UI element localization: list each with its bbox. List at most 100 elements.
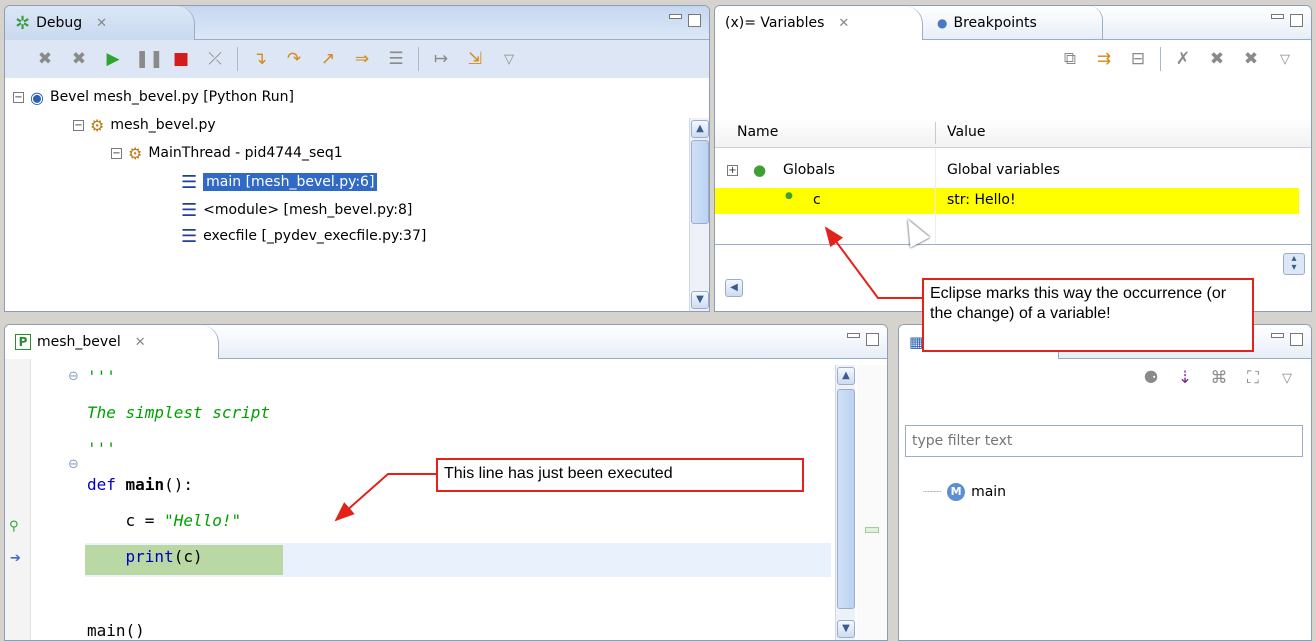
step-into-icon[interactable]: ↴ [248,49,272,69]
editor-ruler: ⚲ ➔ [5,359,31,640]
column-value[interactable]: Value [947,124,985,140]
use-step-filters-icon[interactable]: ☰ [384,49,408,69]
thread-icon: ⚙ [128,143,143,163]
stack-frame[interactable]: ☰ <module> [mesh_bevel.py:8] [181,197,412,223]
view-controls [669,14,701,27]
step-over-icon[interactable]: ↷ [282,49,306,69]
step-return-icon[interactable]: ↗ [316,49,340,69]
python-file-icon: P [15,334,31,350]
scroll-up-icon[interactable]: ▲ [691,120,709,138]
remove-icon[interactable]: ✖ [1205,49,1229,69]
minimize-icon[interactable] [1271,14,1284,19]
step-into-selection-icon[interactable]: ↦ [429,49,453,69]
view-menu-icon[interactable]: ▽ [497,52,521,67]
resume-icon[interactable]: ▶ [101,49,125,69]
scroll-thumb[interactable] [691,140,709,224]
variables-toolbar: ⧉ ⇉ ⊟ ✗ ✖ ✖ ▽ [715,40,1311,78]
stack-frame[interactable]: ☰ main [mesh_bevel.py:6] [181,169,378,195]
scroll-thumb[interactable] [837,389,855,609]
smart-step-icon[interactable]: ⇲ [463,49,487,69]
row-divider [935,148,936,248]
splitter-handle[interactable]: ▴ ▾ [1283,253,1305,275]
stack-frame-label: execfile [_pydev_execfile.py:37] [203,228,427,244]
tree-process[interactable]: − ⚙ mesh_bevel.py [73,112,216,138]
maximize-icon[interactable] [1290,333,1303,346]
column-name[interactable]: Name [737,124,778,140]
code-line[interactable]: print(c) [87,547,203,566]
column-divider [935,122,936,144]
keyword: def [87,475,116,494]
collapse-icon[interactable]: − [111,147,122,159]
minimize-icon[interactable] [669,14,682,19]
fold-icon[interactable]: ⊖ [68,457,79,472]
breakpoint-marker-icon[interactable]: ⚲ [9,519,19,534]
drop-to-frame-icon[interactable]: ⇒ [350,49,374,69]
remove-all-icon[interactable]: ✖ [1239,49,1263,69]
close-icon[interactable]: ✕ [135,335,146,350]
remove-expression-icon[interactable]: ✗ [1171,49,1195,69]
code-line[interactable]: c = "Hello!" [87,511,242,530]
code-line[interactable]: ''' [87,367,116,386]
maximize-icon[interactable] [1290,14,1303,27]
tab-breakpoints[interactable]: ● Breakpoints [927,6,1103,40]
scroll-down-icon[interactable]: ▼ [837,620,855,638]
sort-icon[interactable]: ⇣ [1173,368,1197,388]
code-line[interactable]: ''' [87,439,116,458]
minimize-icon[interactable] [1271,333,1284,338]
code-line[interactable]: The simplest script [87,403,270,422]
debug-tabbar: ✲ Debug ✕ [5,6,709,40]
close-icon[interactable]: ✕ [838,16,849,31]
collapse-icon[interactable]: − [13,91,24,103]
debug-scrollbar[interactable]: ▲ ▼ [689,118,709,311]
filter-input[interactable] [905,425,1303,457]
maximize-icon[interactable] [866,333,879,346]
tree-thread[interactable]: − ⚙ MainThread - pid4744_seq1 [111,140,343,166]
remove-terminated-icon[interactable]: ✖ [33,49,57,69]
code-line[interactable]: main() [87,621,145,640]
debug-view: ✲ Debug ✕ ✖ ✖ ▶ ❚❚ ■ ⤫ ↴ ↷ ↗ ⇒ ☰ ↦ ⇲ ▽ −… [4,5,710,312]
code-line[interactable]: def main(): [87,475,193,494]
stack-frame[interactable]: ☰ execfile [_pydev_execfile.py:37] [181,225,426,247]
toolbar-separator [237,47,238,71]
scroll-up-icon[interactable]: ▲ [837,367,855,385]
scroll-down-icon[interactable]: ▼ [691,291,709,309]
string-literal: "Hello!" [164,511,242,530]
tree-launch[interactable]: − ◉ Bevel mesh_bevel.py [Python Run] [13,84,294,110]
show-type-names-icon[interactable]: ⧉ [1058,49,1082,69]
suspend-icon[interactable]: ❚❚ [135,49,164,69]
view-menu-icon[interactable]: ▽ [1273,52,1297,67]
callout-text: Eclipse marks this way the occurrence (o… [930,285,1227,322]
remove-all-icon[interactable]: ✖ [67,49,91,69]
tab-variables[interactable]: (x)= Variables ✕ [715,6,923,40]
toolbar-separator [1160,47,1161,71]
fold-icon[interactable]: ⊖ [68,369,79,384]
stack-frame-icon: ☰ [181,171,198,193]
overview-marker[interactable] [865,527,879,533]
outline-item[interactable]: ┈┈┈ M main [923,479,1006,505]
expand-icon[interactable]: + [727,165,738,176]
view-menu-icon[interactable]: ▽ [1275,371,1299,386]
minimize-icon[interactable] [847,333,860,338]
tab-editor[interactable]: P mesh_bevel ✕ [5,325,219,359]
tab-label: Breakpoints [953,15,1037,31]
disconnect-icon[interactable]: ⤫ [203,49,227,69]
hide-fields-icon[interactable]: ⚈ [1139,368,1163,388]
editor-scrollbar[interactable]: ▲ ▼ [835,365,855,640]
table-row-highlighted[interactable]: ● c str: Hello! [715,188,1299,214]
tab-debug[interactable]: ✲ Debug ✕ [5,6,195,40]
overview-ruler [857,365,887,640]
instruction-pointer-icon: ➔ [10,551,21,566]
expand-all-icon[interactable]: ⛶ [1241,368,1265,388]
collapse-all-icon[interactable]: ⌘ [1207,368,1231,388]
table-row[interactable]: + ● Globals Global variables [715,158,1311,184]
tab-label: Debug [36,15,83,31]
close-icon[interactable]: ✕ [96,16,107,31]
maximize-icon[interactable] [688,14,701,27]
collapse-all-icon[interactable]: ⊟ [1126,49,1150,69]
editor-tabbar: P mesh_bevel ✕ [5,325,887,359]
python-launch-icon: ◉ [30,87,44,107]
scroll-left-icon[interactable]: ◀ [725,279,743,297]
show-logical-structure-icon[interactable]: ⇉ [1092,49,1116,69]
terminate-icon[interactable]: ■ [169,49,193,69]
collapse-icon[interactable]: − [73,119,84,131]
